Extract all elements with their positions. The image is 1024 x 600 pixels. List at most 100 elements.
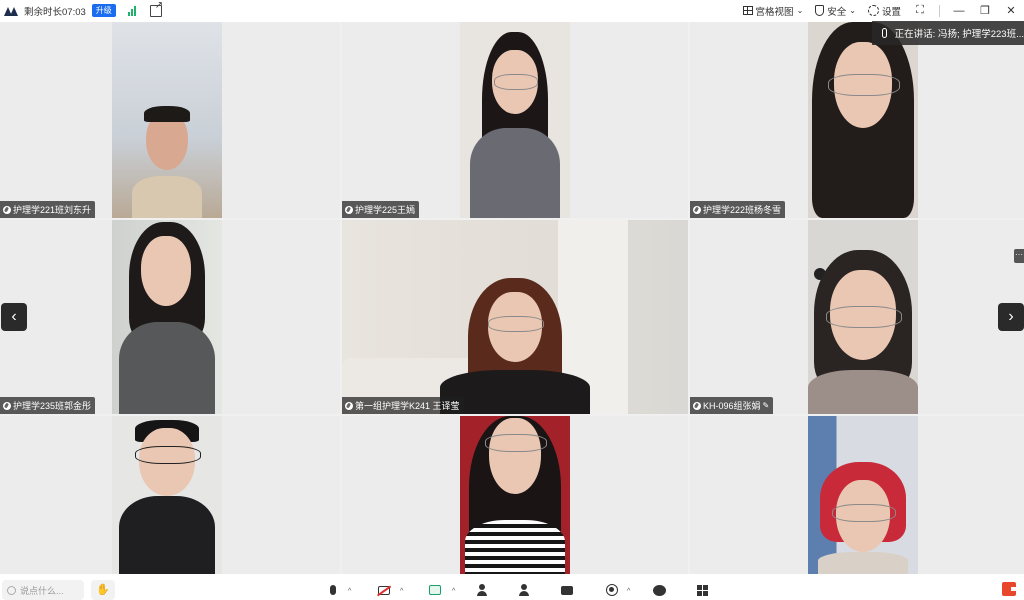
video-tile[interactable]: 护理学225王嫣 [342, 22, 688, 218]
video-grid: 护理学221班刘东升 护理学225王嫣 护理学222班杨冬雪 护理学235班郭金… [0, 22, 1024, 574]
reactions-button[interactable] [651, 583, 667, 597]
microphone-muted-icon [345, 205, 353, 214]
participant-name: 第一组护理学K241 王译莹 [355, 401, 460, 411]
record-button[interactable] [604, 583, 620, 597]
speaking-text: 正在讲话: 冯扬; 护理学223班... [894, 29, 1024, 40]
previous-page-button[interactable]: ‹ [1, 303, 27, 331]
participant-name-tag: 护理学235班郭金彤 [0, 397, 96, 414]
participant-name: 护理学225王嫣 [355, 205, 416, 215]
share-screen-button[interactable] [427, 583, 443, 597]
participant-image [808, 22, 918, 218]
video-tile[interactable]: KH-096组张娟 ✎ [690, 220, 1024, 414]
chevron-down-icon: ⌄ [796, 6, 804, 15]
video-feed [112, 22, 222, 218]
video-tile[interactable]: 护理学221班刘东升 [0, 22, 340, 218]
participant-image [440, 278, 590, 414]
participant-image [470, 32, 560, 218]
microphone-icon [345, 401, 353, 410]
chevron-up-icon[interactable]: ^ [627, 588, 630, 595]
shield-icon [815, 5, 825, 16]
participant-name: 护理学235班郭金彤 [13, 401, 92, 411]
bottom-toolbar: 说点什么... ✋ ^ ^ ^ ^ [0, 574, 1024, 600]
signal-icon[interactable] [127, 5, 136, 16]
chevron-up-icon[interactable]: ^ [400, 588, 403, 595]
video-feed [808, 416, 918, 574]
participant-name: KH-096组张娟 [703, 401, 761, 411]
video-tile[interactable]: 护理学235班郭金彤 [0, 220, 340, 414]
chevron-up-icon[interactable]: ^ [348, 588, 351, 595]
participant-name-tag: 护理学225王嫣 [342, 201, 420, 218]
participant-name-tag: KH-096组张娟 ✎ [690, 397, 774, 414]
next-page-button[interactable]: › [998, 303, 1024, 331]
video-feed [808, 22, 918, 218]
add-user-icon [476, 584, 488, 596]
participant-name-tag: 护理学221班刘东升 [0, 201, 96, 218]
apps-button[interactable] [694, 583, 710, 597]
raise-hand-button[interactable]: ✋ [91, 580, 115, 600]
gear-icon [867, 5, 879, 16]
grid-view-label: 宫格视图 [755, 6, 794, 18]
video-feed [808, 220, 918, 414]
remaining-time: 剩余时长07:03 [24, 6, 86, 18]
security-label: 安全 [827, 6, 847, 18]
microphone-button[interactable] [325, 583, 341, 597]
participant-image [119, 420, 215, 574]
record-icon [606, 584, 618, 596]
video-feed [342, 220, 688, 414]
participants-button[interactable] [516, 583, 532, 597]
participant-image [808, 250, 918, 414]
chat-input[interactable]: 说点什么... [2, 580, 84, 600]
reactions-icon [652, 584, 666, 596]
video-feed [460, 416, 570, 574]
microphone-icon [882, 28, 887, 38]
participant-image [818, 462, 908, 574]
microphone-muted-icon [3, 401, 11, 410]
grid-view-button[interactable]: 宫格视图 ⌄ [742, 4, 804, 18]
video-tile-active-speaker[interactable]: 第一组护理学K241 王译莹 [342, 220, 688, 414]
restore-button[interactable]: ❐ [978, 4, 992, 17]
leave-meeting-button[interactable] [1002, 582, 1018, 596]
chat-button[interactable] [559, 583, 575, 597]
participants-icon [518, 584, 530, 596]
participant-name-tag: 第一组护理学K241 王译莹 [342, 397, 464, 414]
share-screen-icon [429, 585, 441, 595]
settings-label: 设置 [881, 6, 901, 18]
minimize-button[interactable]: — [952, 5, 966, 17]
chevron-up-icon[interactable]: ^ [452, 588, 455, 595]
participant-name-tag: 护理学222班杨冬雪 [690, 201, 786, 218]
video-tile[interactable] [0, 416, 340, 574]
speaking-indicator: 正在讲话: 冯扬; 护理学223班... [872, 21, 1024, 45]
emoji-icon [7, 585, 16, 595]
camera-off-icon [378, 585, 390, 595]
microphone-muted-icon [3, 205, 11, 214]
close-button[interactable]: ✕ [1004, 4, 1018, 17]
participant-image [465, 416, 565, 574]
more-options-button[interactable]: ··· [1014, 249, 1024, 263]
participant-name: 护理学222班杨冬雪 [703, 205, 782, 215]
invite-button[interactable] [474, 583, 490, 597]
divider [939, 4, 940, 17]
chevron-down-icon: ⌄ [849, 6, 856, 15]
video-tile[interactable] [342, 416, 688, 574]
microphone-muted-icon [693, 401, 701, 410]
participant-name: 护理学221班刘东升 [13, 205, 92, 215]
app-logo-icon [4, 6, 18, 16]
open-external-icon[interactable] [149, 0, 163, 17]
video-tile[interactable] [690, 416, 1024, 574]
participant-image [132, 106, 202, 218]
video-feed [112, 416, 222, 574]
microphone-muted-icon [693, 205, 701, 214]
upgrade-button[interactable]: 升级 [91, 4, 116, 17]
top-bar: 剩余时长07:03 升级 宫格视图 ⌄ 安全 ⌄ 设置 ⛶ — ❐ ✕ [0, 0, 1024, 21]
settings-button[interactable]: 设置 [867, 4, 901, 18]
security-button[interactable]: 安全 ⌄ [815, 4, 856, 18]
video-tile[interactable]: 护理学222班杨冬雪 [690, 22, 1024, 218]
camera-button[interactable] [376, 583, 392, 597]
chat-placeholder: 说点什么... [20, 585, 64, 596]
chat-icon [561, 585, 573, 595]
apps-icon [696, 584, 708, 596]
fullscreen-icon[interactable]: ⛶ [913, 4, 927, 17]
pen-icon: ✎ [762, 401, 770, 410]
participant-image [119, 222, 215, 414]
grid-icon [742, 6, 753, 15]
